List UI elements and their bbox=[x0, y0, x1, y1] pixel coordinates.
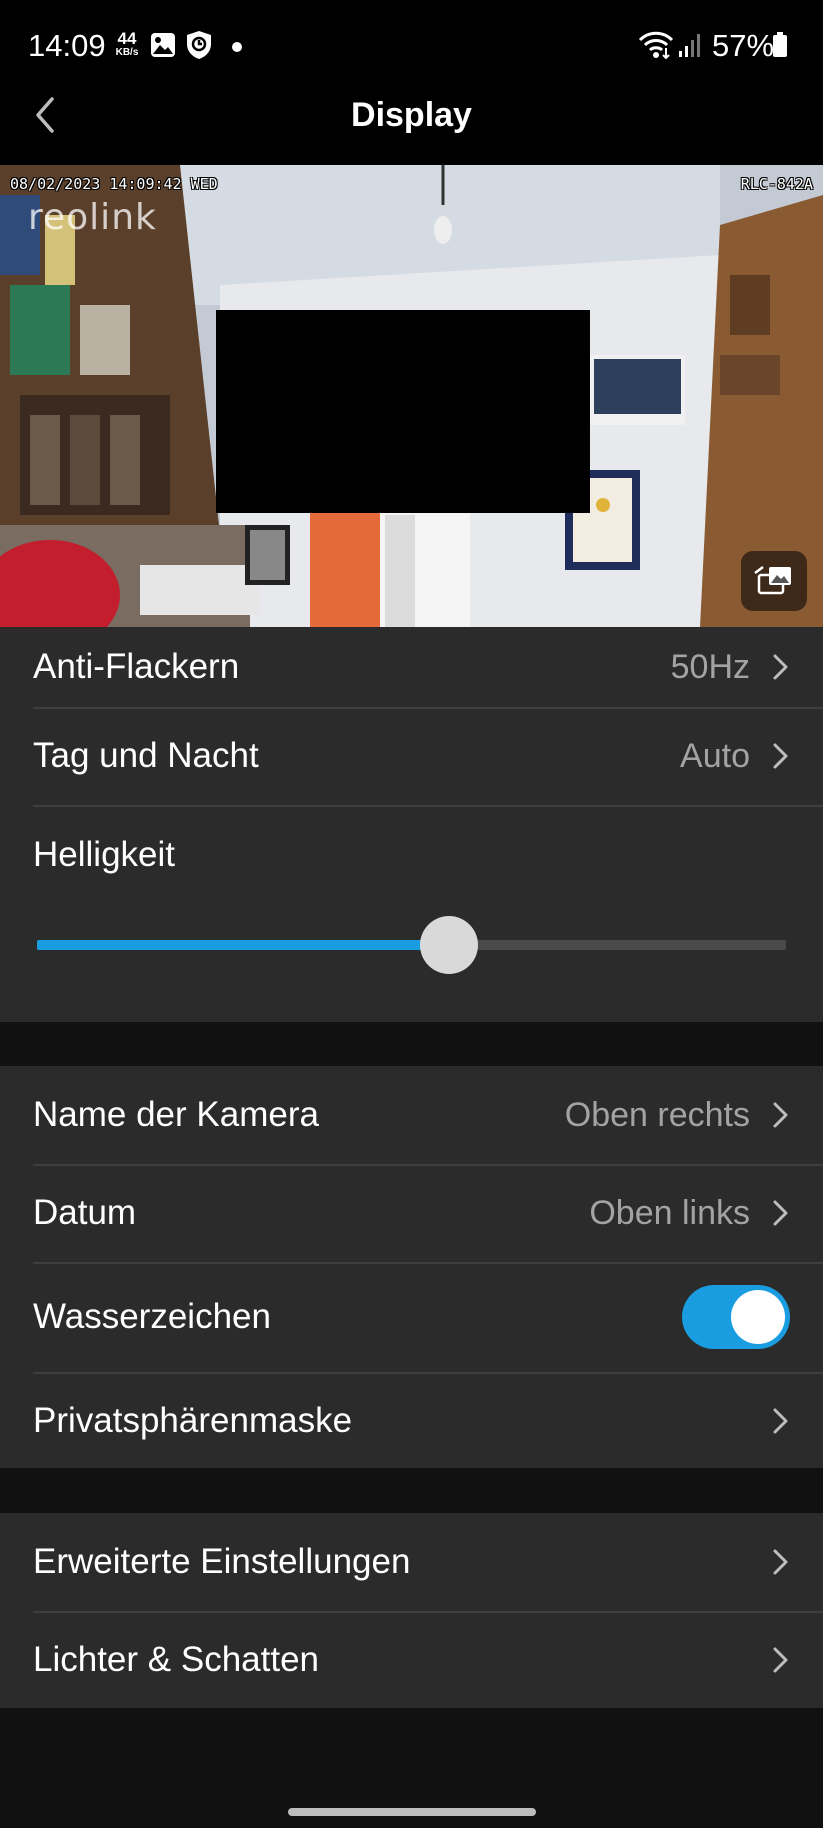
status-bar: 14:09 44 KB/s 57% bbox=[0, 0, 823, 95]
reolink-watermark-logo: reolink bbox=[28, 197, 157, 238]
camera-name-value: Oben rechts bbox=[564, 1095, 750, 1134]
notification-dot-icon bbox=[232, 42, 242, 52]
camera-name-row[interactable]: Name der Kamera Oben rechts bbox=[0, 1066, 823, 1164]
battery-icon bbox=[772, 32, 788, 63]
network-speed-value: 44 bbox=[117, 29, 137, 48]
snapshot-switch-icon bbox=[754, 566, 791, 595]
advanced-settings-row[interactable]: Erweiterte Einstellungen bbox=[0, 1513, 823, 1611]
date-value: Oben links bbox=[589, 1193, 750, 1232]
page-title: Display bbox=[351, 96, 472, 134]
home-indicator[interactable] bbox=[288, 1808, 536, 1816]
camera-preview[interactable]: 08/02/2023 14:09:42 WED RLC-842A reolink bbox=[0, 165, 823, 627]
gallery-icon bbox=[150, 32, 176, 63]
toggle-knob bbox=[731, 1290, 785, 1344]
signal-icon bbox=[678, 32, 702, 63]
battery-percent: 57% bbox=[712, 28, 775, 63]
date-row[interactable]: Datum Oben links bbox=[0, 1164, 823, 1262]
lights-shadows-row[interactable]: Lichter & Schatten bbox=[0, 1611, 823, 1709]
group-separator bbox=[0, 1022, 823, 1066]
day-night-label: Tag und Nacht bbox=[33, 736, 259, 775]
chevron-right-icon bbox=[773, 1549, 788, 1575]
watermark-label: Wasserzeichen bbox=[33, 1297, 271, 1336]
camera-name-label: Name der Kamera bbox=[33, 1095, 319, 1134]
status-time: 14:09 bbox=[28, 28, 106, 63]
day-night-row[interactable]: Tag und Nacht Auto bbox=[0, 707, 823, 805]
chevron-right-icon bbox=[773, 1200, 788, 1226]
brightness-slider[interactable] bbox=[37, 916, 786, 974]
brightness-row: Helligkeit bbox=[0, 805, 823, 1022]
anti-flicker-label: Anti-Flackern bbox=[33, 647, 240, 686]
lights-shadows-label: Lichter & Schatten bbox=[33, 1640, 319, 1679]
privacy-mask-overlay bbox=[216, 310, 590, 513]
date-label: Datum bbox=[33, 1193, 137, 1232]
privacy-mask-label: Privatsphärenmaske bbox=[33, 1401, 353, 1440]
chevron-right-icon bbox=[773, 743, 788, 769]
snapshot-button[interactable] bbox=[741, 551, 807, 611]
privacy-mask-row[interactable]: Privatsphärenmaske bbox=[0, 1372, 823, 1470]
chevron-right-icon bbox=[773, 1647, 788, 1673]
brightness-slider-thumb[interactable] bbox=[419, 916, 478, 974]
chevron-right-icon bbox=[773, 654, 788, 680]
watermark-row: Wasserzeichen bbox=[0, 1262, 823, 1372]
watermark-toggle[interactable] bbox=[682, 1285, 790, 1349]
brightness-label: Helligkeit bbox=[33, 835, 175, 874]
network-speed-unit: KB/s bbox=[115, 47, 139, 58]
shield-icon bbox=[186, 30, 212, 65]
chevron-right-icon bbox=[773, 1408, 788, 1434]
anti-flicker-value: 50Hz bbox=[670, 647, 750, 686]
advanced-settings-group: Erweiterte Einstellungen Lichter & Schat… bbox=[0, 1513, 823, 1709]
day-night-value: Auto bbox=[680, 736, 750, 775]
osd-datetime: 08/02/2023 14:09:42 WED bbox=[10, 175, 218, 193]
group-separator bbox=[0, 1468, 823, 1513]
advanced-settings-label: Erweiterte Einstellungen bbox=[33, 1542, 411, 1581]
chevron-right-icon bbox=[773, 1102, 788, 1128]
image-settings-group: Anti-Flackern 50Hz Tag und Nacht Auto He… bbox=[0, 627, 823, 1022]
network-speed: 44 KB/s bbox=[112, 30, 142, 58]
osd-settings-group: Name der Kamera Oben rechts Datum Oben l… bbox=[0, 1066, 823, 1468]
osd-camera-name: RLC-842A bbox=[740, 175, 813, 193]
title-bar: Display bbox=[0, 95, 823, 165]
wifi-icon bbox=[638, 30, 674, 65]
brightness-slider-fill bbox=[37, 940, 449, 950]
anti-flicker-row[interactable]: Anti-Flackern 50Hz bbox=[0, 627, 823, 707]
